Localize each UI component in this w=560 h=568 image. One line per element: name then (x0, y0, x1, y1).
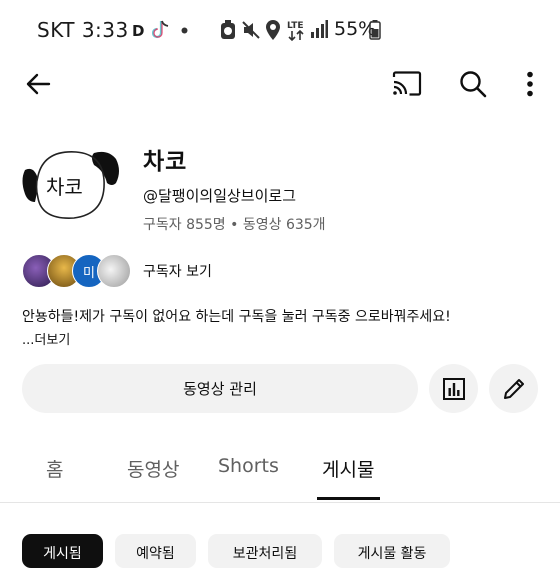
more-options-button[interactable] (508, 62, 552, 106)
signal-icon (311, 20, 328, 38)
svg-text:LTE: LTE (287, 21, 304, 31)
manage-videos-button[interactable]: 동영상 관리 (22, 364, 418, 413)
tab-shorts[interactable]: Shorts (218, 455, 279, 477)
analytics-icon (442, 377, 465, 400)
channel-stats: 구독자 855명 • 동영상 635개 (143, 217, 326, 233)
chip-label: 게시물 활동 (357, 546, 427, 562)
tiktok-icon (152, 20, 169, 39)
analytics-button[interactable] (429, 364, 478, 413)
chip-scheduled[interactable]: 예약됨 (115, 534, 196, 568)
back-button[interactable] (16, 62, 60, 106)
more-vertical-icon (527, 71, 533, 97)
subscriber-avatar-initial: 미 (83, 265, 95, 281)
edit-channel-button[interactable] (489, 364, 538, 413)
edit-pencil-icon (503, 378, 524, 399)
chip-post-activity[interactable]: 게시물 활동 (334, 534, 450, 568)
mute-icon (242, 21, 260, 39)
chip-label: 게시됨 (43, 546, 82, 562)
chip-label: 보관처리됨 (232, 546, 298, 562)
search-button[interactable] (451, 62, 495, 106)
subscriber-avatar (97, 254, 131, 288)
channel-title: 차코 (143, 149, 188, 175)
subscriber-avatars[interactable]: 미 (22, 254, 132, 288)
doodle-avatar-image: 차코 (22, 151, 119, 219)
tab-home[interactable]: 홈 (46, 455, 63, 482)
status-carrier-time: SKT 3:33 (37, 18, 129, 42)
status-d-label: D (132, 22, 145, 40)
view-subscribers-link[interactable]: 구독자 보기 (143, 261, 212, 281)
cast-button[interactable] (385, 62, 429, 106)
lte-icon: LTE (287, 21, 304, 42)
channel-handle: @달팽이의일상브이로그 (143, 187, 297, 205)
location-icon (266, 20, 280, 40)
chip-published[interactable]: 게시됨 (22, 534, 103, 568)
tab-posts[interactable]: 게시물 (322, 455, 374, 482)
tab-videos[interactable]: 동영상 (127, 455, 179, 482)
search-icon (460, 71, 487, 98)
cast-icon (392, 71, 422, 96)
manage-videos-label: 동영상 관리 (183, 380, 257, 398)
dot-icon (181, 27, 188, 34)
active-tab-indicator (317, 497, 380, 500)
avatar-handwritten-text: 차코 (46, 175, 83, 199)
chip-label: 예약됨 (136, 546, 175, 562)
chip-archived[interactable]: 보관처리됨 (208, 534, 322, 568)
channel-description: 안뇽하들!제가 구독이 없어요 하는데 구독을 눌러 구독중 으로바꿔주세요! (22, 309, 451, 325)
channel-tabs: 홈 동영상 Shorts 게시물 (0, 440, 560, 503)
alarm-icon (221, 20, 235, 39)
channel-avatar[interactable]: 차코 (20, 150, 122, 226)
battery-icon (369, 20, 381, 40)
back-arrow-icon (26, 73, 51, 95)
more-link[interactable]: ...더보기 (22, 329, 70, 348)
status-bar: SKT 3:33 D LTE 55% (0, 0, 560, 60)
